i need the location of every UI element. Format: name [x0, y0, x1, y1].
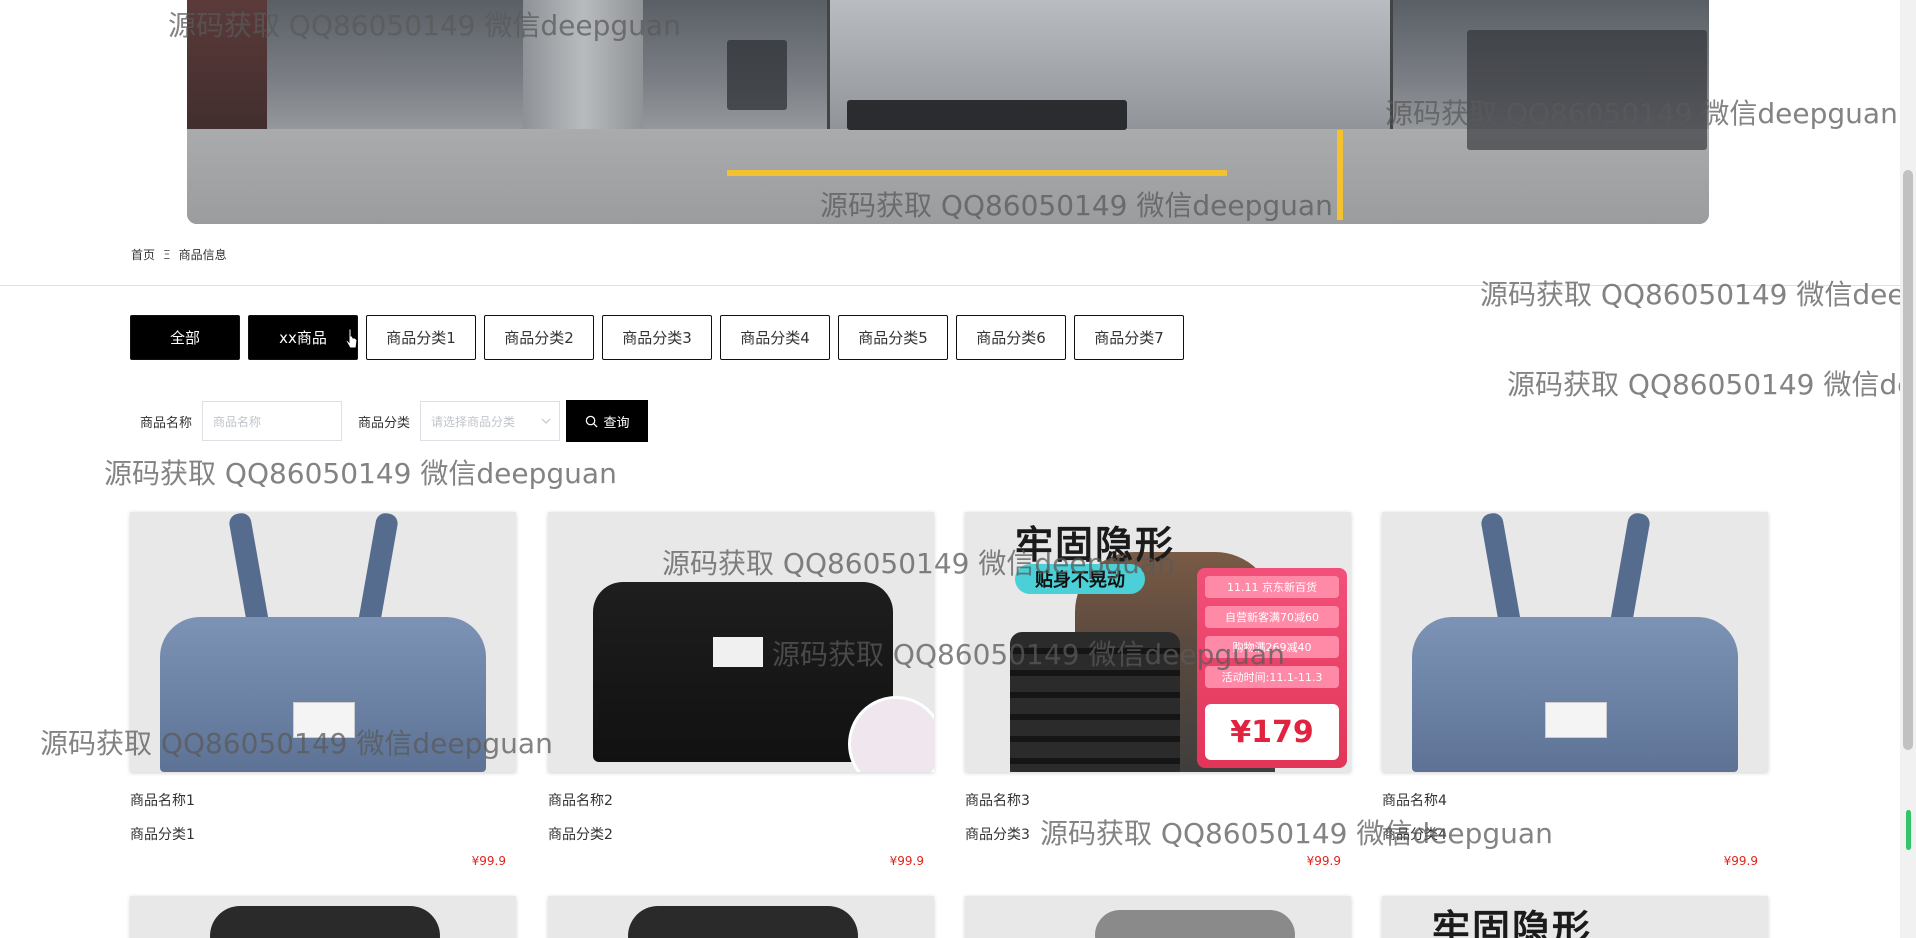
breadcrumb-current: 商品信息 [178, 248, 227, 262]
promo-row: 活动时间:11.1-11.3 [1205, 666, 1339, 688]
product-category: 商品分类3 [965, 827, 1030, 843]
product-card[interactable]: 牢固隐形 贴身不晃动 11.11 京东新百货 自营新客满70减60 购物满269… [965, 512, 1351, 868]
category-button-2[interactable]: 商品分类2 [484, 315, 594, 360]
bag-body [160, 617, 486, 772]
vest-title: 牢固隐形 [1015, 523, 1176, 567]
query-button-label: 查询 [603, 415, 630, 431]
roller-shape [1095, 910, 1295, 938]
search-icon [585, 415, 598, 428]
product-image-roller[interactable] [965, 896, 1351, 938]
product-category: 商品分类2 [548, 827, 613, 843]
breadcrumb-home[interactable]: 首页 [131, 246, 155, 263]
vest-pill: 贴身不晃动 [1015, 564, 1145, 594]
product-price: ¥99.9 [471, 854, 506, 868]
category-button-1[interactable]: 商品分类1 [366, 315, 476, 360]
product-price: ¥99.9 [1723, 854, 1758, 868]
banner-floor-line [727, 170, 1227, 176]
bag-tag [1545, 702, 1607, 738]
product-card[interactable] [548, 896, 934, 938]
product-image-foam-roller[interactable] [130, 896, 516, 938]
page: 首页 Ξ 商品信息 全部 xx商品 商品分类1 商品分类2 商品分类3 商品分类… [0, 0, 1916, 938]
bag-body [1412, 617, 1738, 772]
vest-title: 牢固隐形 [1432, 907, 1593, 938]
divider [0, 285, 1900, 286]
scrollbar-thumb[interactable] [1903, 170, 1913, 750]
product-image-black-bag[interactable] [548, 512, 934, 772]
category-button-6[interactable]: 商品分类6 [956, 315, 1066, 360]
promo-row: 购物满269减40 [1205, 636, 1339, 658]
query-button[interactable]: 查询 [566, 400, 649, 442]
page-scrollbar[interactable] [1900, 0, 1916, 938]
product-category: 商品分类4 [1382, 827, 1447, 843]
promo-row: 11.11 京东新百货 [1205, 576, 1339, 598]
name-input[interactable]: 商品名称 [202, 401, 343, 441]
search-form: 商品名称 商品名称 商品分类 请选择商品分类 查询 [140, 400, 649, 442]
banner-bench [847, 100, 1127, 130]
bag-tag [713, 637, 763, 667]
product-card[interactable]: 商品名称1 商品分类1 ¥99.9 [130, 512, 516, 868]
product-card[interactable]: 商品名称4 商品分类4 ¥99.9 [1382, 512, 1768, 868]
product-image-weight-vest[interactable]: 牢固隐形 [1382, 896, 1768, 938]
watermark: 源码获取 QQ86050149 微信deepguan [1480, 278, 1916, 311]
product-name[interactable]: 商品名称1 [130, 790, 516, 810]
product-card[interactable]: 牢固隐形 [1382, 896, 1768, 938]
banner-treadmill [727, 40, 787, 110]
product-image-weight-vest[interactable]: 牢固隐形 贴身不晃动 11.11 京东新百货 自营新客满70减60 购物满269… [965, 512, 1351, 772]
product-card[interactable] [130, 896, 516, 938]
vest-armor [1010, 632, 1180, 772]
category-button-5[interactable]: 商品分类5 [838, 315, 948, 360]
banner-floor-line [1337, 130, 1343, 220]
category-button-all[interactable]: 全部 [130, 315, 240, 360]
product-category: 商品分类1 [130, 827, 195, 843]
category-select-placeholder: 请选择商品分类 [431, 414, 516, 429]
gym-banner-image[interactable] [187, 0, 1709, 224]
vest-promo-panel: 11.11 京东新百货 自营新客满70减60 购物满269减40 活动时间:11… [1197, 568, 1347, 768]
name-label: 商品名称 [140, 415, 193, 431]
product-image-blue-bag[interactable] [130, 512, 516, 772]
mouse-cursor-icon [345, 328, 358, 349]
category-button-4[interactable]: 商品分类4 [720, 315, 830, 360]
product-name[interactable]: 商品名称3 [965, 790, 1351, 810]
product-image-blue-bag[interactable] [1382, 512, 1768, 772]
banner-rack [1467, 30, 1707, 150]
product-card[interactable]: 商品名称2 商品分类2 ¥99.9 [548, 512, 934, 868]
category-button-xx[interactable]: xx商品 [248, 315, 358, 360]
watermark: 源码获取 QQ86050149 微信deepguan [1507, 368, 1916, 401]
roller-shape [628, 906, 858, 938]
product-price: ¥99.9 [1306, 854, 1341, 868]
product-image-foam-roller[interactable] [548, 896, 934, 938]
category-filter-bar: 全部 xx商品 商品分类1 商品分类2 商品分类3 商品分类4 商品分类5 商品… [130, 315, 1184, 360]
promo-price: ¥179 [1205, 704, 1339, 760]
breadcrumb-separator-icon: Ξ [163, 247, 171, 262]
bag-tag [293, 702, 355, 738]
product-name[interactable]: 商品名称2 [548, 790, 934, 810]
breadcrumb: 首页 Ξ 商品信息 [131, 246, 227, 263]
watermark: 源码获取 QQ86050149 微信deepguan [104, 457, 617, 490]
product-price: ¥99.9 [889, 854, 924, 868]
product-name[interactable]: 商品名称4 [1382, 790, 1768, 810]
scroll-indicator [1906, 810, 1911, 850]
roller-shape [210, 906, 440, 938]
chevron-down-icon [541, 418, 551, 424]
category-label: 商品分类 [358, 415, 411, 431]
category-button-7[interactable]: 商品分类7 [1074, 315, 1184, 360]
product-card[interactable] [965, 896, 1351, 938]
promo-row: 自营新客满70减60 [1205, 606, 1339, 628]
category-button-3[interactable]: 商品分类3 [602, 315, 712, 360]
category-select[interactable]: 请选择商品分类 [420, 401, 561, 441]
